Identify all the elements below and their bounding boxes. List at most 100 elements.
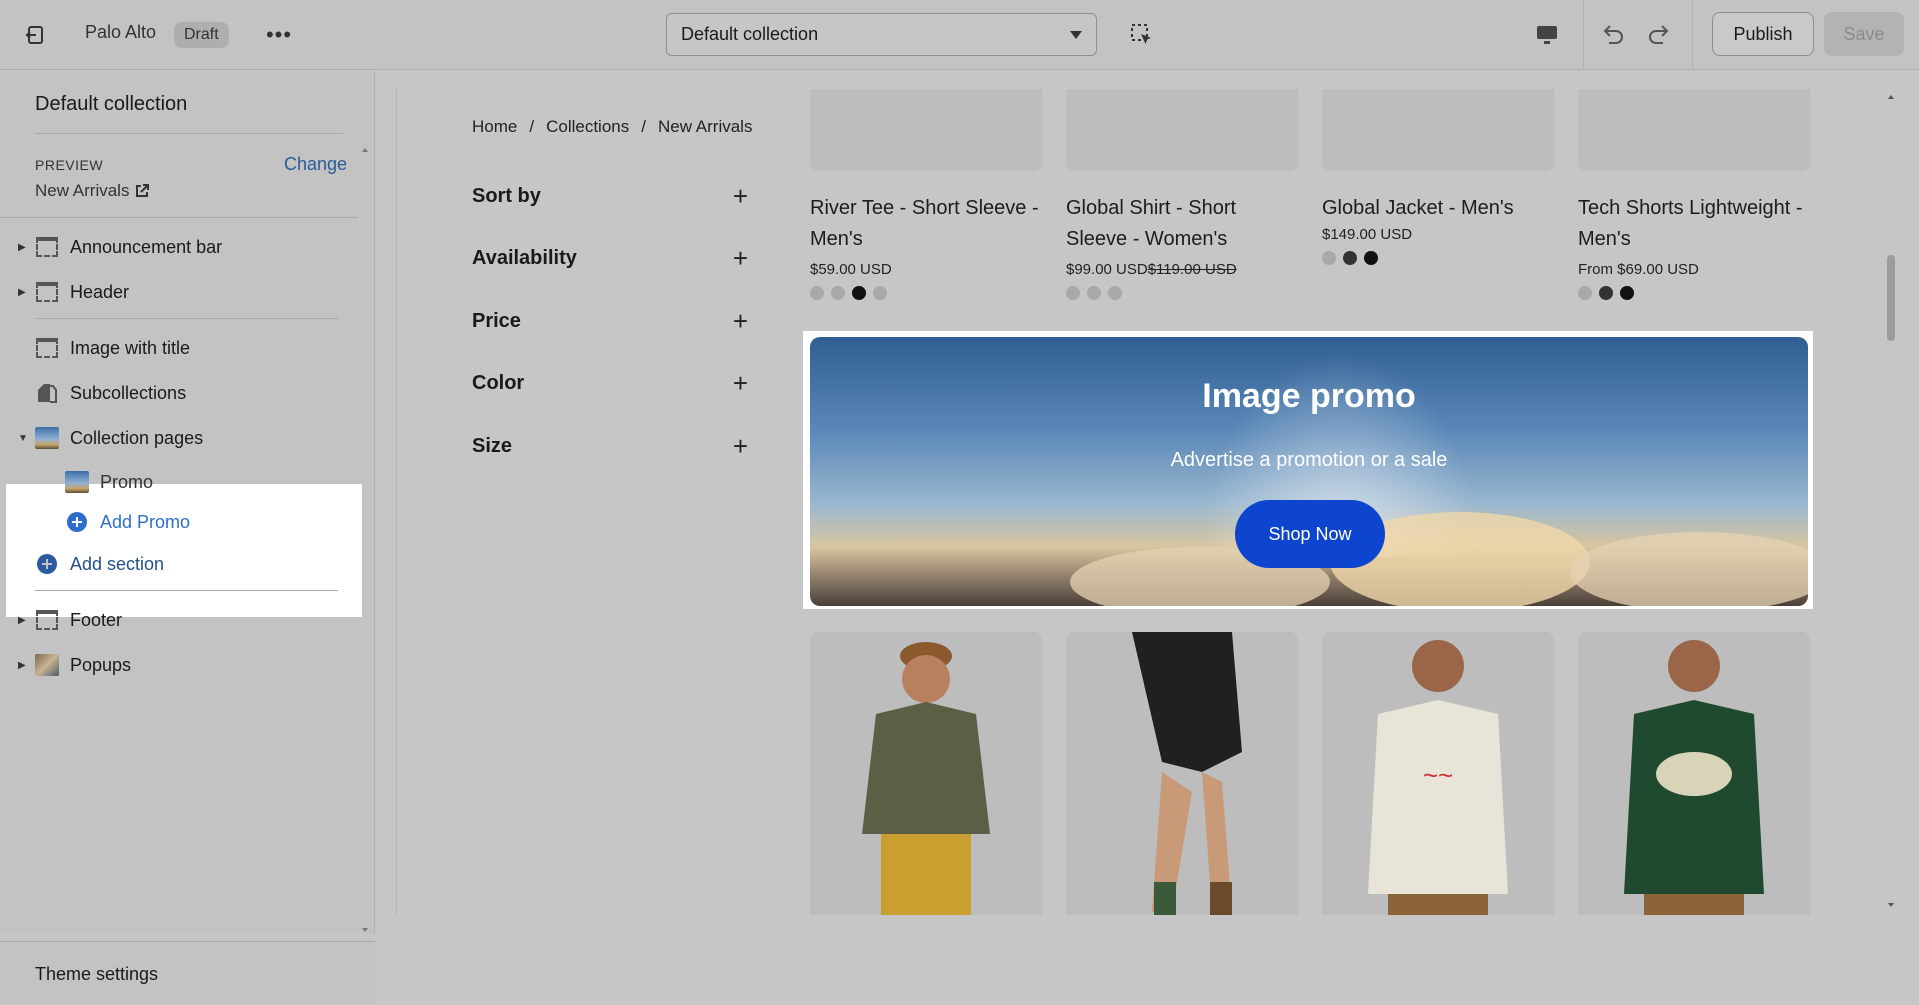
product-image[interactable] [1066, 89, 1298, 171]
caret-right-icon[interactable]: ▶ [18, 615, 28, 626]
color-swatch[interactable] [1108, 286, 1122, 300]
caret-right-icon[interactable]: ▶ [18, 287, 28, 298]
sections-sidebar: Default collection PREVIEW Change New Ar… [0, 71, 375, 1005]
undo-icon[interactable] [1595, 18, 1631, 52]
template-select[interactable]: Default collection [666, 13, 1097, 56]
color-swatch[interactable] [1364, 251, 1378, 265]
product-image[interactable] [1322, 89, 1554, 171]
promo-title: Image promo [1202, 377, 1416, 415]
section-announcement-bar[interactable]: ▶ Announcement bar [0, 229, 362, 265]
filter-availability[interactable]: Availability + [472, 243, 748, 273]
plus-icon: + [732, 180, 748, 211]
section-header[interactable]: ▶ Header [0, 274, 362, 310]
preview-resource-link[interactable]: New Arrivals [35, 181, 150, 201]
product-card[interactable]: River Tee - Short Sleeve - Men's $59.00 … [810, 89, 1042, 300]
add-promo-button[interactable]: Add Promo [0, 504, 362, 540]
breadcrumb-collections[interactable]: Collections [546, 117, 629, 137]
filter-label: Availability [472, 246, 577, 269]
product-title[interactable]: Global Jacket - Men's [1322, 193, 1554, 224]
tags-icon [35, 382, 59, 404]
product-image[interactable] [1066, 632, 1298, 915]
plus-icon: + [732, 305, 748, 336]
shop-now-button[interactable]: Shop Now [1235, 500, 1385, 568]
product-image[interactable]: ~~ [1322, 632, 1554, 915]
filter-price[interactable]: Price + [472, 306, 748, 336]
color-swatch[interactable] [1066, 286, 1080, 300]
block-label: Promo [100, 471, 154, 492]
filter-size[interactable]: Size + [472, 431, 748, 461]
model-figure [1624, 640, 1764, 915]
section-label: Popups [70, 654, 132, 675]
breadcrumb-home[interactable]: Home [472, 117, 517, 137]
inspector-icon[interactable] [1125, 20, 1159, 50]
product-image[interactable] [810, 632, 1042, 915]
color-swatch[interactable] [831, 286, 845, 300]
section-popups[interactable]: ▶ Popups [0, 647, 362, 683]
color-swatch[interactable] [852, 286, 866, 300]
plus-icon: + [732, 242, 748, 273]
add-section-label: Add section [70, 553, 165, 574]
section-footer[interactable]: ▶ Footer [0, 602, 362, 638]
section-subcollections[interactable]: Subcollections [0, 375, 362, 411]
section-label: Image with title [70, 337, 191, 358]
add-section-button[interactable]: Add section [0, 546, 362, 582]
theme-settings-button[interactable]: Theme settings [0, 941, 375, 1005]
sidebar-scrollbar[interactable] [358, 142, 372, 942]
color-swatches [1066, 286, 1298, 300]
preview-scrollbar[interactable] [1883, 89, 1899, 915]
divider [1583, 0, 1584, 70]
product-image[interactable] [810, 89, 1042, 171]
product-title[interactable]: Tech Shorts Lightweight - Men's [1578, 193, 1810, 255]
product-card[interactable]: Tech Shorts Lightweight - Men's From $69… [1578, 89, 1810, 300]
desktop-view-icon[interactable] [1530, 20, 1564, 50]
price-value: $59.00 USD [810, 261, 892, 278]
color-swatch[interactable] [1620, 286, 1634, 300]
filter-label: Price [472, 309, 521, 332]
color-swatch[interactable] [1599, 286, 1613, 300]
color-swatch[interactable] [1343, 251, 1357, 265]
section-icon [35, 236, 59, 258]
caret-down-icon [1070, 30, 1082, 39]
image-promo-block[interactable]: Image promo Advertise a promotion or a s… [810, 337, 1808, 606]
color-swatch[interactable] [1322, 251, 1336, 265]
color-swatch[interactable] [810, 286, 824, 300]
color-swatch[interactable] [1087, 286, 1101, 300]
product-price: $149.00 USD [1322, 226, 1554, 243]
product-title[interactable]: River Tee - Short Sleeve - Men's [810, 193, 1042, 255]
block-promo[interactable]: Promo [0, 464, 362, 500]
section-image-with-title[interactable]: Image with title [0, 330, 362, 366]
product-image[interactable] [1578, 632, 1810, 915]
preview-change-link[interactable]: Change [284, 154, 347, 175]
product-price: $99.00 USD$119.00 USD [1066, 261, 1298, 278]
redo-icon[interactable] [1641, 18, 1677, 52]
section-icon [35, 609, 59, 631]
color-swatch[interactable] [1578, 286, 1592, 300]
product-image[interactable] [1578, 89, 1810, 171]
product-price: $59.00 USD [810, 261, 1042, 278]
product-title[interactable]: Global Shirt - Short Sleeve - Women's [1066, 193, 1298, 255]
filter-sort-by[interactable]: Sort by + [472, 181, 748, 211]
more-options-icon[interactable]: ••• [262, 20, 296, 50]
preview-scrollbar-thumb[interactable] [1887, 255, 1895, 341]
compare-at-price: $119.00 USD [1147, 261, 1237, 278]
divider [0, 217, 358, 218]
save-button[interactable]: Save [1824, 12, 1904, 56]
section-icon [35, 281, 59, 303]
plus-icon: + [732, 367, 748, 398]
storefront-preview[interactable]: River Tee - Short Sleeve - Men's $59.00 … [396, 89, 1900, 915]
color-swatch[interactable] [873, 286, 887, 300]
section-collection-pages[interactable]: ▼ Collection pages [0, 420, 362, 456]
divider [1692, 0, 1693, 70]
price-value: From $69.00 USD [1578, 261, 1699, 278]
product-card[interactable]: Global Shirt - Short Sleeve - Women's $9… [1066, 89, 1298, 300]
promo-cloud [1570, 532, 1808, 606]
publish-button[interactable]: Publish [1712, 12, 1814, 56]
product-card[interactable]: Global Jacket - Men's $149.00 USD [1322, 89, 1554, 265]
section-label: Footer [70, 609, 123, 630]
add-circle-icon [35, 553, 59, 575]
caret-right-icon[interactable]: ▶ [18, 660, 28, 671]
caret-down-icon[interactable]: ▼ [18, 433, 28, 444]
filter-color[interactable]: Color + [472, 368, 748, 398]
caret-right-icon[interactable]: ▶ [18, 242, 28, 253]
exit-icon[interactable] [18, 20, 52, 50]
